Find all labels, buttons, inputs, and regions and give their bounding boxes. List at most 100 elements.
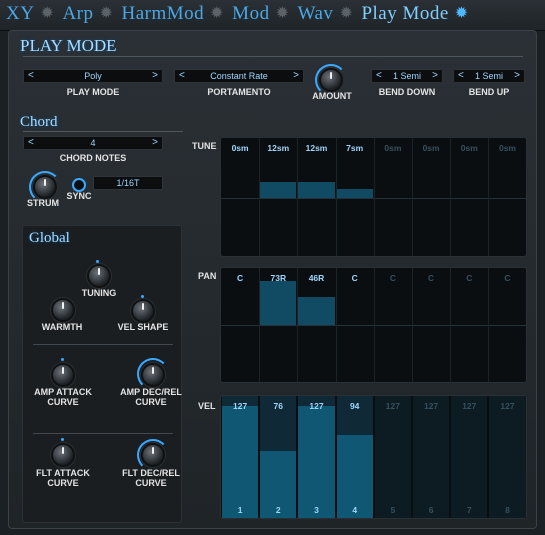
bend-down-select[interactable]: < 1 Semi >: [371, 69, 443, 83]
vel-step-value: 127: [385, 401, 400, 411]
tab-mod[interactable]: Mod: [232, 3, 269, 25]
column-divider: [450, 138, 452, 256]
gear-icon-active[interactable]: ✹: [455, 6, 471, 22]
vel-step-value: 127: [233, 401, 248, 411]
flt-attack-curve-label: FLT ATTACK CURVE: [33, 468, 93, 488]
section-title-global: Global: [29, 230, 70, 246]
label-line: CURVE: [47, 397, 79, 407]
vel-step-background: [451, 396, 488, 518]
bend-up-value: 1 Semi: [474, 71, 503, 81]
bend-up-select[interactable]: < 1 Semi >: [453, 69, 525, 83]
column-divider: [488, 138, 490, 256]
prev-arrow-icon[interactable]: <: [28, 137, 34, 149]
vel-step-value: 127: [462, 401, 477, 411]
prev-arrow-icon[interactable]: <: [376, 70, 382, 82]
gear-icon: ✹: [210, 5, 224, 22]
warmth-knob[interactable]: [51, 298, 75, 322]
column-divider: [335, 268, 337, 382]
amp-decrel-curve-label: AMP DEC/REL CURVE: [118, 387, 184, 407]
portamento-value: Constant Rate: [210, 71, 268, 81]
pan-step-value: C: [351, 273, 358, 283]
knob-marker: [61, 358, 64, 361]
vel-step-value: 127: [309, 401, 324, 411]
label-line: CURVE: [135, 478, 167, 488]
tune-bar[interactable]: [298, 182, 335, 198]
prev-arrow-icon[interactable]: <: [179, 70, 185, 82]
pan-step-value: C: [237, 273, 244, 283]
label-line: CURVE: [47, 478, 79, 488]
flt-attack-curve-knob[interactable]: [51, 443, 75, 467]
next-arrow-icon[interactable]: >: [514, 70, 520, 82]
tab-play-mode[interactable]: Play Mode: [361, 3, 448, 25]
pan-step-value: 46R: [308, 273, 325, 283]
bend-down-value: 1 Semi: [392, 71, 421, 81]
chord-notes-value: 4: [90, 138, 96, 148]
tune-bar[interactable]: [336, 188, 373, 198]
bend-up-label: BEND UP: [468, 87, 510, 97]
flt-decrel-curve-knob[interactable]: [141, 443, 165, 467]
tab-harmmod[interactable]: HarmMod: [122, 3, 205, 25]
tab-wav[interactable]: Wav: [298, 3, 334, 25]
label-line: FLT DEC/REL: [122, 468, 180, 478]
vel-step-value: 76: [273, 401, 284, 411]
next-arrow-icon[interactable]: >: [293, 70, 299, 82]
knob-marker: [61, 438, 64, 441]
tune-step-value: 0sm: [422, 143, 440, 153]
amp-decrel-curve-knob[interactable]: [141, 363, 165, 387]
amp-attack-curve-knob[interactable]: [51, 363, 75, 387]
next-arrow-icon[interactable]: >: [432, 70, 438, 82]
chord-notes-select[interactable]: < 4 >: [23, 136, 163, 150]
tune-bar[interactable]: [260, 182, 297, 198]
tuning-knob[interactable]: [87, 264, 111, 288]
step-number: 7: [466, 505, 472, 515]
amount-label: AMOUNT: [312, 91, 352, 101]
pan-label: PAN: [198, 271, 217, 281]
step-number: 5: [390, 505, 396, 515]
tune-step-value: 0sm: [231, 143, 249, 153]
vel-step-value: 127: [500, 401, 515, 411]
play-mode-select[interactable]: < Poly >: [23, 69, 163, 83]
tune-step-value: 0sm: [384, 143, 402, 153]
step-number: 8: [505, 505, 510, 515]
sync-value-field[interactable]: 1/16T: [93, 176, 163, 190]
vel-grid[interactable]: 127 1 76 2 127 3 94 4 127 5 127 6 127 7 127 8: [220, 395, 527, 519]
tune-step-value: 0sm: [460, 143, 478, 153]
next-arrow-icon[interactable]: >: [152, 70, 158, 82]
amount-knob[interactable]: [319, 68, 343, 92]
next-arrow-icon[interactable]: >: [152, 137, 158, 149]
divider: [33, 344, 173, 345]
vel-shape-knob[interactable]: [131, 299, 155, 323]
vel-step-background: [413, 396, 450, 518]
pan-step-value: 73R: [270, 273, 287, 283]
flt-decrel-curve-label: FLT DEC/REL CURVE: [118, 468, 184, 488]
sync-value: 1/16T: [116, 178, 140, 188]
vel-bar[interactable]: [298, 406, 335, 518]
section-title-chord: Chord: [20, 114, 58, 130]
global-panel: Global TUNING WARMTH VEL SHAPE AMP ATTAC…: [22, 225, 182, 523]
sync-toggle[interactable]: [72, 178, 86, 192]
portamento-select[interactable]: < Constant Rate >: [174, 69, 304, 83]
bend-down-label: BEND DOWN: [378, 87, 436, 97]
play-mode-label: PLAY MODE: [66, 87, 120, 97]
tune-grid[interactable]: 0sm 12sm 12sm 7sm 0sm 0sm 0sm 0sm: [220, 137, 527, 257]
vel-bar[interactable]: [222, 406, 259, 518]
pan-bar[interactable]: [298, 297, 335, 325]
tune-step-value: 12sm: [305, 143, 328, 153]
pan-bar[interactable]: [260, 281, 297, 325]
strum-knob[interactable]: [33, 175, 57, 199]
divider: [33, 433, 173, 434]
step-number: 1: [237, 505, 243, 515]
pan-grid[interactable]: C 73R 46R C C C C C: [220, 267, 527, 383]
prev-arrow-icon[interactable]: <: [28, 70, 34, 82]
divider: [23, 56, 523, 57]
play-mode-panel: PLAY MODE < Poly > PLAY MODE < Constant …: [8, 30, 537, 529]
vel-step-background: [374, 396, 411, 518]
tab-xy[interactable]: XY: [6, 3, 34, 25]
gear-icon: ✹: [339, 5, 353, 22]
prev-arrow-icon[interactable]: <: [458, 70, 464, 82]
tab-arp[interactable]: Arp: [62, 3, 93, 25]
tune-step-value: 0sm: [498, 143, 516, 153]
knob-marker: [141, 295, 144, 298]
label-line: AMP DEC/REL: [120, 387, 182, 397]
tab-list: XY ✹ Arp ✹ HarmMod ✹ Mod ✹ Wav ✹ Play Mo…: [6, 3, 473, 25]
